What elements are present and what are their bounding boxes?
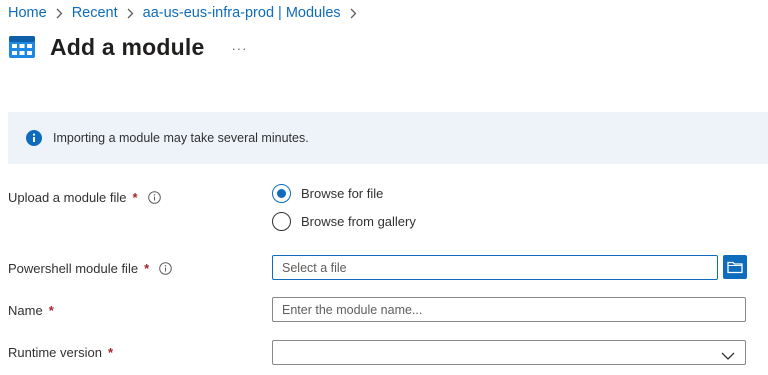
help-info-icon[interactable]	[147, 191, 161, 204]
breadcrumb-home[interactable]: Home	[8, 5, 47, 21]
folder-icon	[727, 260, 743, 274]
upload-module-label: Upload a module file *	[8, 190, 161, 205]
runtime-version-label: Runtime version *	[8, 345, 113, 360]
module-icon	[8, 33, 36, 61]
radio-button-checked[interactable]	[272, 184, 291, 203]
runtime-version-label-text: Runtime version	[8, 345, 102, 360]
breadcrumb: Home Recent aa-us-eus-infra-prod | Modul…	[8, 5, 366, 21]
required-marker: *	[107, 345, 113, 360]
page-header: Add a module ···	[8, 33, 247, 61]
info-icon	[26, 130, 42, 146]
required-marker: *	[144, 261, 150, 276]
breadcrumb-recent[interactable]: Recent	[72, 5, 118, 21]
browse-file-button[interactable]	[723, 255, 747, 279]
chevron-down-icon	[721, 348, 735, 360]
radio-browse-gallery[interactable]: Browse from gallery	[272, 212, 416, 231]
module-name-input[interactable]	[272, 297, 746, 322]
breadcrumb-modules[interactable]: aa-us-eus-infra-prod | Modules	[143, 5, 341, 21]
powershell-file-label-text: Powershell module file	[8, 261, 139, 276]
name-label: Name *	[8, 303, 54, 318]
help-info-icon[interactable]	[159, 262, 172, 275]
chevron-right-icon	[127, 8, 134, 19]
runtime-version-dropdown[interactable]	[272, 340, 746, 365]
radio-label: Browse from gallery	[301, 214, 416, 229]
info-text: Importing a module may take several minu…	[53, 131, 309, 145]
powershell-file-label: Powershell module file *	[8, 261, 172, 276]
page-title: Add a module	[50, 33, 205, 60]
upload-module-label-text: Upload a module file	[8, 190, 127, 205]
radio-button[interactable]	[272, 212, 291, 231]
more-options-button[interactable]: ···	[231, 41, 247, 56]
required-marker: *	[132, 190, 138, 205]
radio-label: Browse for file	[301, 186, 384, 201]
chevron-right-icon	[350, 8, 357, 19]
file-select-input[interactable]	[272, 255, 718, 280]
chevron-right-icon	[56, 8, 63, 19]
required-marker: *	[48, 303, 54, 318]
radio-browse-file[interactable]: Browse for file	[272, 184, 383, 203]
info-banner: Importing a module may take several minu…	[8, 112, 768, 164]
name-label-text: Name	[8, 303, 43, 318]
